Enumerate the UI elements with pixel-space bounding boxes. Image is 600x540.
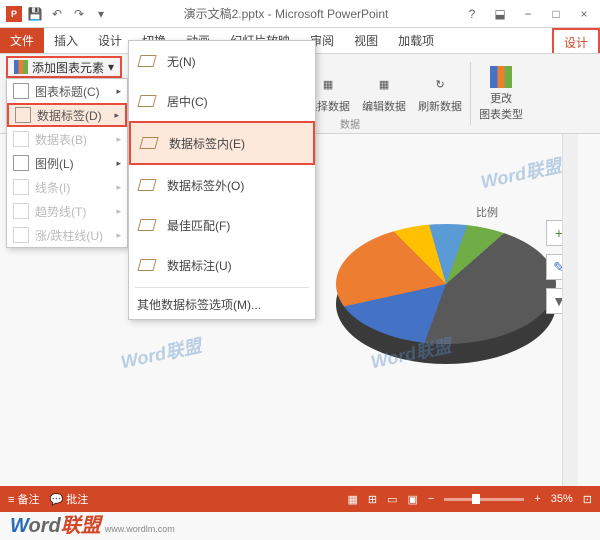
chart-element-icon: [14, 60, 28, 74]
tab-insert[interactable]: 插入: [44, 28, 88, 53]
submenu-best-fit[interactable]: 最佳匹配(F): [129, 205, 315, 245]
menu-legend[interactable]: 图例(L)▸: [7, 151, 127, 175]
chevron-right-icon: ▸: [116, 182, 121, 193]
watermark: Word联盟: [118, 332, 203, 374]
refresh-icon: ↻: [429, 74, 451, 96]
app-icon[interactable]: P: [6, 6, 22, 22]
save-icon[interactable]: 💾: [26, 5, 44, 23]
chevron-right-icon: ▸: [116, 134, 121, 145]
chevron-right-icon: ▸: [116, 230, 121, 241]
window-controls: ? ⬓ − □ ×: [462, 7, 594, 21]
submenu-center[interactable]: 居中(C): [129, 81, 315, 121]
chevron-right-icon: ▸: [116, 158, 121, 169]
notes-button[interactable]: ≡ 备注: [8, 491, 39, 507]
data-labels-submenu: 无(N) 居中(C) 数据标签内(E) 数据标签外(O) 最佳匹配(F) 数据标…: [128, 40, 316, 320]
select-data-icon: ▦: [317, 74, 339, 96]
zoom-in-button[interactable]: +: [534, 493, 540, 505]
title-icon: [13, 83, 29, 99]
slide-canvas[interactable]: 比例: [316, 134, 558, 486]
menu-data-table: 数据表(B)▸: [7, 127, 127, 151]
titlebar: P 💾 ↶ ↷ ▾ 演示文稿2.pptx - Microsoft PowerPo…: [0, 0, 600, 28]
fit-window-icon[interactable]: ⊡: [583, 493, 592, 506]
chevron-down-icon: ▾: [108, 60, 114, 74]
minimize-icon[interactable]: −: [518, 7, 538, 21]
add-element-label: 添加图表元素: [32, 59, 104, 76]
submenu-none[interactable]: 无(N): [129, 41, 315, 81]
tab-view[interactable]: 视图: [344, 28, 388, 53]
legend-icon: [13, 155, 29, 171]
menu-chart-title[interactable]: 图表标题(C)▸: [7, 79, 127, 103]
table-icon: [13, 131, 29, 147]
view-sorter-icon[interactable]: ⊞: [368, 493, 377, 506]
undo-icon[interactable]: ↶: [48, 5, 66, 23]
comments-button[interactable]: 💬 批注: [49, 491, 88, 507]
maximize-icon[interactable]: □: [546, 7, 566, 21]
close-icon[interactable]: ×: [574, 7, 594, 21]
view-slideshow-icon[interactable]: ▣: [407, 493, 417, 506]
submenu-inside-end[interactable]: 数据标签内(E): [129, 121, 315, 165]
chevron-right-icon: ▸: [116, 206, 121, 217]
submenu-callout[interactable]: 数据标注(U): [129, 245, 315, 285]
dropdown-icon[interactable]: ▾: [92, 5, 110, 23]
pie-chart[interactable]: [336, 224, 556, 364]
center-icon: [137, 91, 157, 111]
zoom-slider[interactable]: [444, 498, 524, 501]
none-icon: [137, 51, 157, 71]
edit-data-button[interactable]: ▦ 编辑数据: [356, 58, 412, 129]
tab-addins[interactable]: 加载项: [388, 28, 444, 53]
add-chart-element-button[interactable]: 添加图表元素 ▾: [6, 56, 122, 78]
ribbon-toggle-icon[interactable]: ⬓: [490, 7, 510, 21]
chart-legend-label: 比例: [476, 204, 498, 220]
submenu-outside-end[interactable]: 数据标签外(O): [129, 165, 315, 205]
menu-updown-bars: 涨/跌柱线(U)▸: [7, 223, 127, 247]
quick-access-toolbar: P 💾 ↶ ↷ ▾: [6, 5, 110, 23]
tab-design[interactable]: 设计: [88, 28, 132, 53]
view-reading-icon[interactable]: ▭: [387, 493, 397, 506]
change-chart-type-button[interactable]: 更改 图表类型: [473, 58, 529, 129]
redo-icon[interactable]: ↷: [70, 5, 88, 23]
callout-icon: [137, 255, 157, 275]
menu-trendline: 趋势线(T)▸: [7, 199, 127, 223]
window-title: 演示文稿2.pptx - Microsoft PowerPoint: [110, 5, 462, 22]
ribbon-group-label: 数据: [340, 116, 360, 131]
add-element-menu: 图表标题(C)▸ 数据标签(D)▸ 数据表(B)▸ 图例(L)▸ 线条(I)▸ …: [6, 78, 128, 248]
trend-icon: [13, 203, 29, 219]
view-normal-icon[interactable]: ▦: [347, 493, 357, 506]
submenu-more-options[interactable]: 其他数据标签选项(M)...: [129, 290, 315, 319]
brand-logo: Word联盟www.wordlm.com: [10, 509, 175, 538]
menu-lines: 线条(I)▸: [7, 175, 127, 199]
tab-chart-design[interactable]: 设计: [552, 28, 600, 53]
inside-icon: [139, 133, 159, 153]
edit-data-icon: ▦: [373, 74, 395, 96]
bars-icon: [13, 227, 29, 243]
chart-type-icon: [490, 66, 512, 88]
lines-icon: [13, 179, 29, 195]
tab-file[interactable]: 文件: [0, 28, 44, 53]
bestfit-icon: [137, 215, 157, 235]
menu-data-labels[interactable]: 数据标签(D)▸: [7, 103, 127, 127]
help-icon[interactable]: ?: [462, 7, 482, 21]
refresh-data-button[interactable]: ↻ 刷新数据: [412, 58, 468, 129]
chevron-right-icon: ▸: [114, 110, 119, 121]
outside-icon: [137, 175, 157, 195]
labels-icon: [15, 107, 31, 123]
vertical-scrollbar[interactable]: [562, 134, 578, 486]
zoom-out-button[interactable]: −: [428, 493, 434, 505]
chevron-right-icon: ▸: [116, 86, 121, 97]
zoom-level[interactable]: 35%: [551, 493, 573, 505]
